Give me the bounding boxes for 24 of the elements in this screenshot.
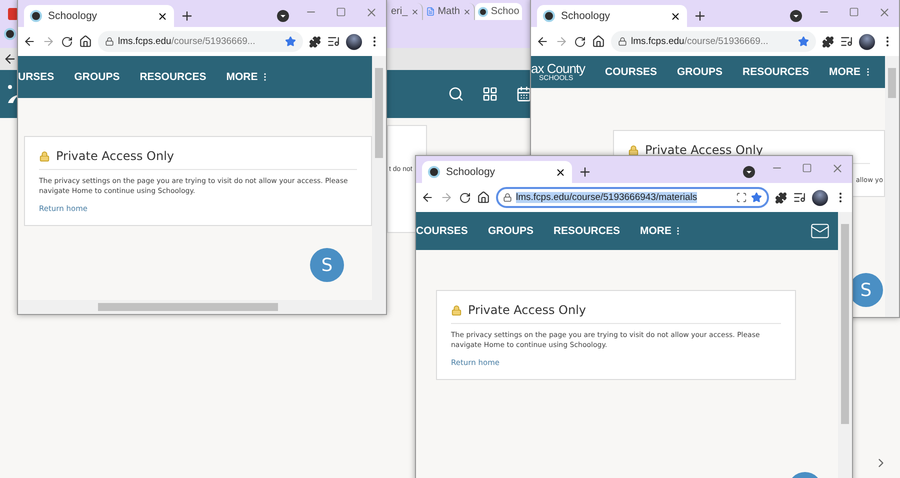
logo-text: ax County	[531, 62, 586, 75]
nav-link[interactable]: MORE	[829, 66, 873, 78]
card-title: Private Access Only	[56, 149, 174, 163]
nav-link[interactable]: RESOURCES	[140, 71, 206, 83]
nav-link[interactable]: GROUPS	[74, 71, 120, 83]
browser-tab[interactable]: Schoology	[24, 5, 174, 27]
nav-link[interactable]: RESOURCES	[553, 225, 620, 237]
nav-link[interactable]: COURSES	[416, 225, 468, 237]
nav-link[interactable]: COURSES	[605, 66, 657, 78]
card-title: Private Access Only	[645, 143, 764, 157]
nav-link[interactable]: GROUPS	[676, 66, 722, 78]
browser-tab[interactable]: Schoo	[474, 3, 522, 20]
card-title: Private Access Only	[468, 303, 586, 317]
browser-tab[interactable]: Schoology	[422, 161, 572, 183]
nav-link[interactable]: MORE	[640, 225, 684, 237]
address-bar[interactable]: lms.fcps.edu/course/51936669...	[98, 31, 303, 52]
nav-link[interactable]: MORE	[226, 71, 270, 83]
avatar-button[interactable]: S	[310, 248, 344, 282]
address-bar[interactable]: lms.fcps.edu/course/5193666943/materials	[496, 187, 769, 208]
nav-link[interactable]: RESOURCES	[742, 66, 810, 78]
nav-link[interactable]: GROUPS	[488, 225, 534, 237]
browser-tab[interactable]: Schoology	[537, 5, 687, 27]
address-bar[interactable]: lms.fcps.edu/course/51936669...	[611, 31, 816, 52]
nav-link[interactable]: URSES	[18, 71, 54, 83]
